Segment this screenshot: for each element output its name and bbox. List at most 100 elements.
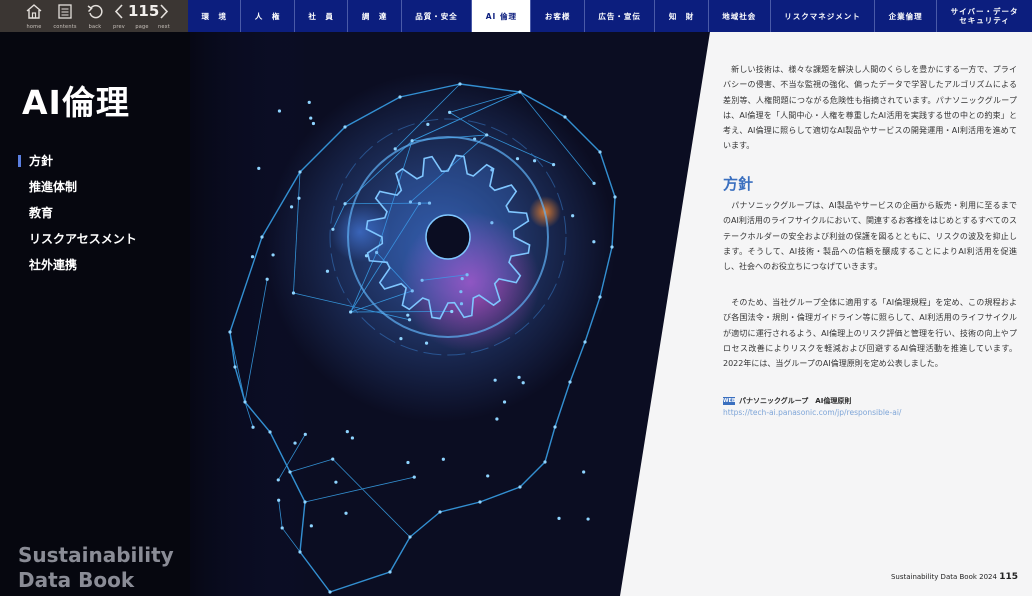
chevron-left-icon bbox=[114, 4, 123, 19]
policy-paragraph-1: パナソニックグループは、AI製品やサービスの企画から販売・利用に至るまでのAI利… bbox=[723, 201, 1017, 272]
network-node bbox=[410, 139, 414, 143]
network-node bbox=[349, 310, 353, 314]
contents-label: contents bbox=[53, 24, 77, 30]
network-node bbox=[303, 500, 307, 504]
reference-link-title: パナソニックグループ AI倫理原則 bbox=[739, 397, 852, 405]
intro-paragraph: 新しい技術は、様々な課題を解決し人間のくらしを豊かにする一方で、プライバシーの侵… bbox=[723, 65, 1017, 151]
network-node bbox=[598, 150, 602, 154]
section-heading: 方針 bbox=[723, 175, 754, 193]
network-node bbox=[521, 381, 525, 385]
nav-item-5[interactable]: AI 倫理 bbox=[472, 0, 532, 32]
network-node bbox=[303, 432, 307, 436]
network-node bbox=[551, 163, 556, 167]
top-navigation: 環 境人 権社 員調 達品質・安全 AI 倫理 お客様 広告・宣伝知 財地域社会 リスク… bbox=[188, 0, 1032, 32]
network-node bbox=[598, 295, 602, 299]
network-node bbox=[571, 214, 575, 218]
network-node bbox=[309, 524, 313, 528]
footer-page-number: 115 bbox=[999, 572, 1018, 582]
nav-item-11[interactable]: 企業倫理 bbox=[875, 0, 938, 32]
network-node bbox=[485, 133, 489, 137]
network-node bbox=[276, 478, 280, 482]
network-node bbox=[426, 122, 430, 126]
network-node bbox=[311, 121, 316, 126]
network-node bbox=[407, 318, 412, 322]
network-node bbox=[243, 400, 247, 404]
page-title: AI倫理 bbox=[22, 83, 130, 122]
network-node bbox=[515, 157, 520, 161]
network-node bbox=[268, 430, 272, 434]
reference-link-url[interactable]: https://tech-ai.panasonic.com/jp/respons… bbox=[723, 408, 901, 417]
back-button[interactable]: back bbox=[82, 0, 108, 32]
nav-item-8[interactable]: 知 財 bbox=[655, 0, 709, 32]
network-node bbox=[250, 255, 255, 259]
network-node bbox=[298, 170, 302, 174]
page-footer: Sustainability Data Book 2024 115 bbox=[891, 572, 1018, 582]
nav-item-7[interactable]: 広告・宣伝 bbox=[585, 0, 656, 32]
network-node bbox=[563, 115, 567, 119]
network-node bbox=[582, 470, 586, 474]
network-node bbox=[291, 291, 296, 295]
network-node bbox=[288, 470, 292, 474]
section-menu: 方針 推進体制 教育 リスクアセスメント 社外連携 bbox=[18, 152, 137, 282]
network-node bbox=[438, 510, 442, 514]
network-node bbox=[233, 365, 237, 369]
nav-item-3[interactable]: 調 達 bbox=[348, 0, 402, 32]
network-node bbox=[277, 498, 281, 502]
section-menu-item-4[interactable]: 社外連携 bbox=[18, 256, 137, 282]
network-node bbox=[271, 253, 275, 257]
back-icon bbox=[87, 4, 103, 19]
nav-item-2[interactable]: 社 員 bbox=[295, 0, 349, 32]
nav-item-0[interactable]: 環 境 bbox=[188, 0, 242, 32]
section-menu-item-3[interactable]: リスクアセスメント bbox=[18, 230, 137, 256]
nav-item-10[interactable]: リスクマネジメント bbox=[771, 0, 876, 32]
network-node bbox=[502, 400, 507, 404]
network-node bbox=[450, 309, 454, 314]
network-node bbox=[406, 313, 410, 317]
nav-item-6[interactable]: お客様 bbox=[531, 0, 585, 32]
network-node bbox=[343, 125, 347, 129]
network-node bbox=[441, 457, 445, 461]
network-node bbox=[309, 116, 313, 120]
nav-item-12[interactable]: サイバー・データ セキュリティ bbox=[937, 0, 1032, 32]
network-node bbox=[260, 235, 264, 239]
network-node bbox=[557, 516, 561, 520]
home-label: home bbox=[26, 24, 42, 30]
chevron-right-icon bbox=[160, 4, 169, 19]
network-node bbox=[517, 375, 521, 379]
nav-item-9[interactable]: 地域社会 bbox=[709, 0, 771, 32]
nav-item-1[interactable]: 人 権 bbox=[241, 0, 295, 32]
toolbar: home contents back prev 115 page next bbox=[0, 0, 188, 32]
network-node bbox=[343, 202, 347, 206]
network-node bbox=[297, 196, 301, 200]
network-node bbox=[586, 517, 590, 521]
network-node bbox=[399, 337, 403, 341]
next-button[interactable]: next bbox=[155, 0, 173, 32]
network-node bbox=[592, 240, 596, 244]
back-label: back bbox=[88, 24, 102, 30]
network-node bbox=[406, 460, 410, 465]
home-button[interactable]: home bbox=[20, 0, 48, 32]
network-node bbox=[289, 205, 294, 209]
network-node bbox=[251, 425, 255, 429]
network-node bbox=[408, 535, 412, 539]
network-node bbox=[257, 166, 261, 171]
section-menu-item-1[interactable]: 推進体制 bbox=[18, 178, 137, 204]
network-node bbox=[458, 82, 462, 86]
network-node bbox=[325, 269, 330, 273]
brand-line-1: Sustainability bbox=[18, 543, 174, 567]
contents-button[interactable]: contents bbox=[51, 0, 79, 32]
prev-button[interactable]: prev bbox=[110, 0, 128, 32]
network-node bbox=[448, 110, 452, 114]
network-node bbox=[280, 526, 284, 530]
section-menu-item-2[interactable]: 教育 bbox=[18, 204, 137, 230]
network-node bbox=[553, 425, 557, 429]
network-node bbox=[495, 417, 499, 421]
section-menu-item-0[interactable]: 方針 bbox=[18, 152, 137, 178]
policy-paragraph-2: そのため、当社グループ全体に適用する「AI倫理規程」を定め、この規程および各国法… bbox=[723, 298, 1017, 369]
nav-item-4[interactable]: 品質・安全 bbox=[402, 0, 473, 32]
network-node bbox=[331, 457, 335, 461]
network-node bbox=[345, 430, 349, 434]
footer-text: Sustainability Data Book 2024 bbox=[890, 573, 997, 581]
network-node bbox=[398, 95, 402, 99]
network-node bbox=[613, 195, 617, 199]
